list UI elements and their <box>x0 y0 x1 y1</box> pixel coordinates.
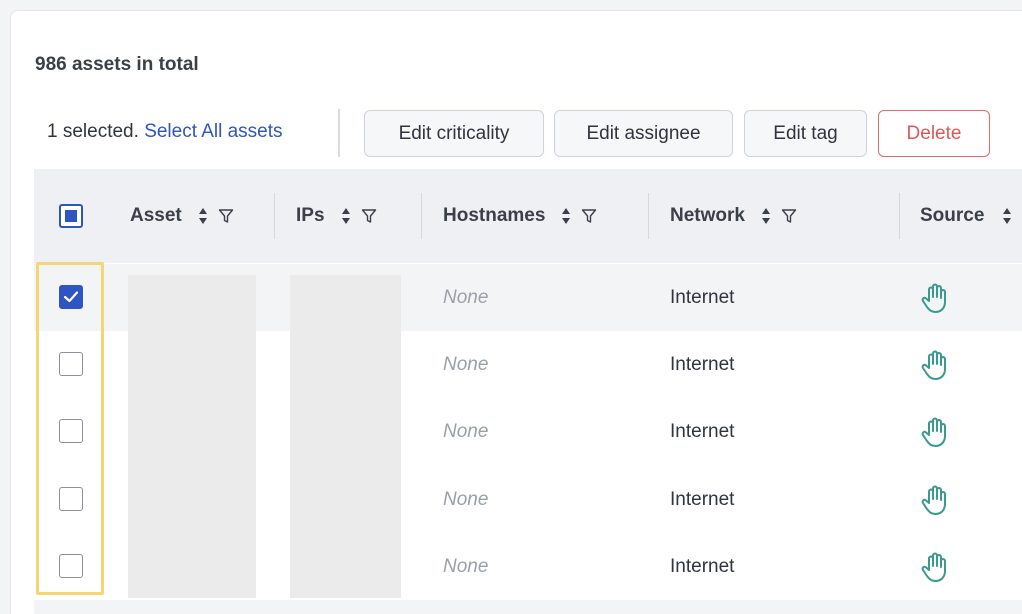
column-header-ips[interactable]: IPs <box>296 169 377 263</box>
redacted-asset-column <box>128 275 256 598</box>
row-checkbox[interactable] <box>59 285 83 309</box>
sort-icon[interactable] <box>561 207 571 225</box>
edit-tag-button[interactable]: Edit tag <box>744 110 867 157</box>
sort-icon[interactable] <box>341 207 351 225</box>
column-label: Network <box>670 205 745 226</box>
network-cell: Internet <box>670 286 735 308</box>
hand-icon <box>919 398 951 465</box>
column-separator <box>274 193 275 239</box>
hand-icon <box>919 533 951 600</box>
column-label: Asset <box>130 205 182 226</box>
row-checkbox[interactable] <box>59 487 83 511</box>
network-cell: Internet <box>670 555 735 577</box>
column-header-source[interactable]: Source <box>920 169 1012 263</box>
toolbar-divider <box>338 109 340 157</box>
delete-button[interactable]: Delete <box>878 110 990 157</box>
column-label: Hostnames <box>443 205 546 226</box>
hand-icon <box>919 466 951 533</box>
filter-icon[interactable] <box>361 208 377 224</box>
select-all-assets-link[interactable]: Select All assets <box>144 121 282 142</box>
edit-criticality-button[interactable]: Edit criticality <box>364 110 544 157</box>
hostnames-cell: None <box>443 353 489 375</box>
hostnames-cell: None <box>443 555 489 577</box>
filter-icon[interactable] <box>781 208 797 224</box>
assets-total-count: 986 assets in total <box>35 54 199 75</box>
column-header-network[interactable]: Network <box>670 169 797 263</box>
column-separator <box>899 193 900 239</box>
filter-icon[interactable] <box>218 208 234 224</box>
column-label: IPs <box>296 205 325 226</box>
column-header-asset[interactable]: Asset <box>130 169 234 263</box>
edit-assignee-button[interactable]: Edit assignee <box>554 110 733 157</box>
hostnames-cell: None <box>443 420 489 442</box>
column-label: Source <box>920 205 985 226</box>
network-cell: Internet <box>670 420 735 442</box>
selection-summary: 1 selected. Select All assets <box>47 121 283 143</box>
checkmark-icon <box>63 291 79 303</box>
row-checkbox[interactable] <box>59 352 83 376</box>
row-checkbox[interactable] <box>59 419 83 443</box>
filter-icon[interactable] <box>581 208 597 224</box>
network-cell: Internet <box>670 353 735 375</box>
hostnames-cell: None <box>443 286 489 308</box>
sort-icon[interactable] <box>198 207 208 225</box>
column-separator <box>648 193 649 239</box>
hostnames-cell: None <box>443 488 489 510</box>
select-all-checkbox[interactable] <box>59 204 83 228</box>
sort-icon[interactable] <box>1002 207 1012 225</box>
column-separator <box>421 193 422 239</box>
table-footer-strip <box>34 600 1022 614</box>
network-cell: Internet <box>670 488 735 510</box>
hand-icon <box>919 264 951 331</box>
redacted-ips-column <box>290 275 401 598</box>
hand-icon <box>919 331 951 398</box>
selected-count-text: 1 selected. <box>47 121 139 142</box>
table-header: Asset IPs Hostnames Network Source <box>34 169 1022 263</box>
row-checkbox[interactable] <box>59 554 83 578</box>
column-header-hostnames[interactable]: Hostnames <box>443 169 597 263</box>
sort-icon[interactable] <box>761 207 771 225</box>
